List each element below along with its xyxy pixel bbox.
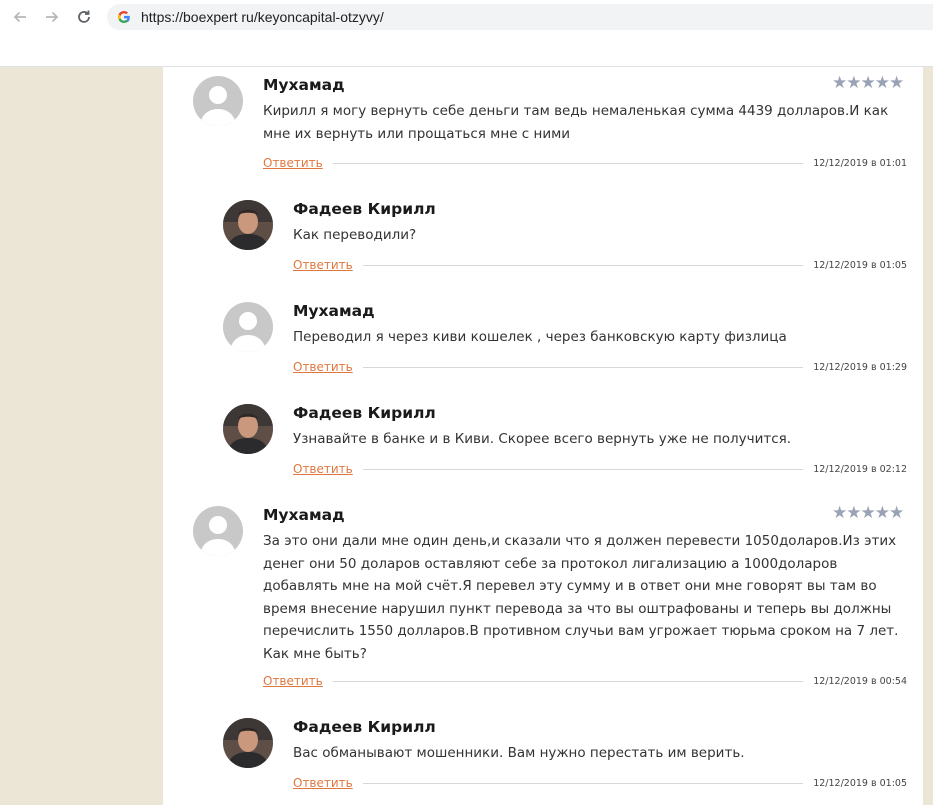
comment-author: Фадеев Кирилл — [293, 718, 436, 736]
forward-arrow-icon[interactable] — [42, 7, 62, 27]
back-arrow-icon[interactable] — [10, 7, 30, 27]
comment-author: Мухамад — [293, 302, 375, 320]
comment-text: Кирилл я могу вернуть себе деньги там ве… — [263, 103, 889, 142]
comment-text: За это они дали мне один день,и сказали … — [263, 533, 899, 662]
address-bar[interactable]: https://boexpert ru/keyoncapital-otzyvy/ — [107, 4, 933, 30]
reply-link[interactable]: Ответить — [293, 360, 353, 374]
reply-link[interactable]: Ответить — [263, 674, 323, 688]
star-icon: ★ — [889, 503, 904, 523]
url-text[interactable]: https://boexpert ru/keyoncapital-otzyvy/ — [141, 9, 384, 25]
comment-date: 12/12/2019 в 01:29 — [813, 361, 907, 373]
divider — [332, 680, 804, 682]
user-photo-avatar — [223, 404, 273, 454]
comment-meta: Ответить 12/12/2019 в 01:01 — [263, 156, 907, 170]
star-icon: ★ — [889, 73, 904, 93]
star-icon: ★ — [874, 503, 890, 523]
star-icon: ★ — [846, 503, 861, 523]
comment-meta: Ответить 12/12/2019 в 01:05 — [293, 776, 907, 790]
comment-author: Фадеев Кирилл — [293, 200, 436, 218]
default-avatar-icon — [223, 302, 273, 352]
google-g-icon — [117, 10, 131, 24]
comment-text: Переводил я через киви кошелек , через б… — [293, 329, 787, 345]
comment-date: 12/12/2019 в 00:54 — [813, 675, 907, 687]
divider — [362, 366, 804, 368]
reply-link[interactable]: Ответить — [293, 776, 353, 790]
comment-date: 12/12/2019 в 01:05 — [813, 777, 907, 789]
rating-stars: ★ ★ ★ ★ ★ — [832, 503, 904, 523]
comment-reply: Фадеев Кирилл Как переводили? Ответить 1… — [223, 200, 907, 280]
star-icon: ★ — [860, 73, 876, 93]
user-photo-avatar — [223, 200, 273, 250]
comment-author: Мухамад — [263, 76, 345, 94]
comment-date: 12/12/2019 в 01:01 — [813, 157, 907, 169]
comments-list: Мухамад ★ ★ ★ ★ ★ Кирилл я могу вернуть себе… — [163, 67, 923, 805]
comment-text: Вас обманывают мошенники. Вам нужно пере… — [293, 745, 745, 761]
comment: Мухамад ★ ★ ★ ★ ★ За это они дали мне один д… — [193, 503, 907, 696]
comment-text: Узнавайте в банке и в Киви. Скорее всего… — [293, 431, 792, 447]
divider — [362, 468, 804, 470]
comment-reply: Фадеев Кирилл Узнавайте в банке и в Киви… — [223, 404, 907, 484]
default-avatar-icon — [193, 506, 243, 556]
divider — [332, 162, 804, 164]
reply-link[interactable]: Ответить — [293, 258, 353, 272]
star-icon: ★ — [832, 503, 847, 523]
reply-link[interactable]: Ответить — [263, 156, 323, 170]
rating-stars: ★ ★ ★ ★ ★ — [832, 73, 904, 93]
comment-date: 12/12/2019 в 02:12 — [813, 463, 907, 475]
divider — [362, 264, 804, 266]
browser-toolbar: https://boexpert ru/keyoncapital-otzyvy/ — [0, 0, 933, 67]
comment-author: Мухамад — [263, 506, 345, 524]
star-icon: ★ — [832, 73, 847, 93]
comment-meta: Ответить 12/12/2019 в 01:05 — [293, 258, 907, 272]
default-avatar-icon — [193, 76, 243, 126]
star-icon: ★ — [846, 73, 861, 93]
comment-author: Фадеев Кирилл — [293, 404, 436, 422]
reload-icon[interactable] — [74, 7, 94, 27]
comment-text: Как переводили? — [293, 227, 417, 243]
user-photo-avatar — [223, 718, 273, 768]
comment: Мухамад ★ ★ ★ ★ ★ Кирилл я могу вернуть себе… — [193, 73, 907, 176]
comment-meta: Ответить 12/12/2019 в 00:54 — [263, 674, 907, 688]
comment-reply: Мухамад Переводил я через киви кошелек ,… — [223, 302, 907, 382]
comment-meta: Ответить 12/12/2019 в 01:29 — [293, 360, 907, 374]
comment-meta: Ответить 12/12/2019 в 02:12 — [293, 462, 907, 476]
comment-reply: Фадеев Кирилл Вас обманывают мошенники. … — [223, 718, 907, 798]
reply-link[interactable]: Ответить — [293, 462, 353, 476]
comment-date: 12/12/2019 в 01:05 — [813, 259, 907, 271]
star-icon: ★ — [874, 73, 890, 93]
divider — [362, 782, 804, 784]
star-icon: ★ — [860, 503, 876, 523]
